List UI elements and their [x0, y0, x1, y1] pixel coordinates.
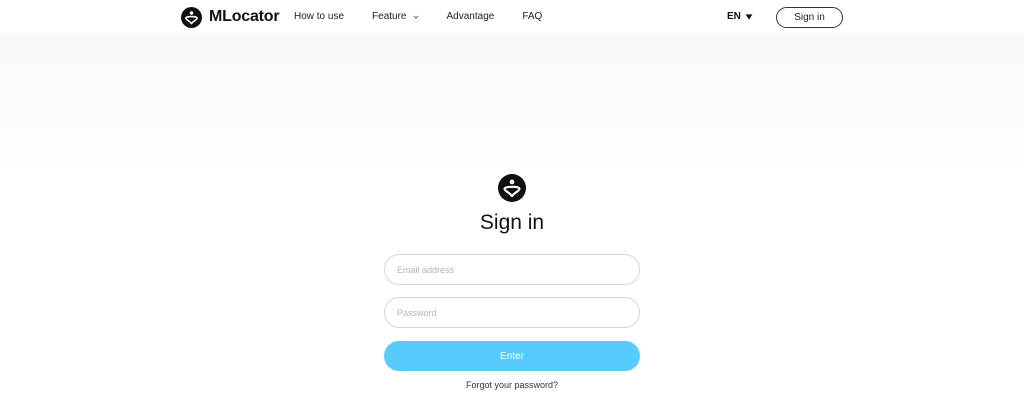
caret-down-icon [745, 13, 753, 20]
mlocator-logo-icon [181, 6, 202, 28]
language-label: EN [727, 11, 741, 22]
chevron-down-icon [413, 15, 418, 19]
header-sign-in-button[interactable]: Sign in [776, 7, 843, 28]
sign-in-title: Sign in [479, 211, 545, 234]
mlocator-logo-icon [498, 174, 526, 202]
enter-button[interactable]: Enter [384, 341, 640, 371]
password-field[interactable] [384, 297, 640, 328]
page: MLocator How to use Feature Advantage FA… [0, 0, 1024, 412]
nav-feature[interactable]: Feature [372, 11, 418, 22]
brand-name: MLocator [209, 8, 280, 25]
nav-advantage-label: Advantage [446, 11, 495, 22]
top-navbar: MLocator How to use Feature Advantage FA… [0, 0, 1024, 34]
forgot-password-link[interactable]: Forgot your password? [412, 380, 612, 390]
language-selector[interactable]: EN [727, 11, 753, 22]
nav-faq[interactable]: FAQ [522, 11, 542, 22]
main-nav: How to use Feature Advantage FAQ [294, 11, 570, 22]
nav-feature-label: Feature [372, 11, 407, 22]
nav-how-to-use-label: How to use [294, 11, 345, 22]
nav-faq-label: FAQ [522, 11, 543, 22]
brand[interactable]: MLocator [181, 6, 280, 28]
email-field[interactable] [384, 254, 640, 285]
nav-advantage[interactable]: Advantage [447, 11, 495, 22]
nav-how-to-use[interactable]: How to use [294, 11, 344, 22]
